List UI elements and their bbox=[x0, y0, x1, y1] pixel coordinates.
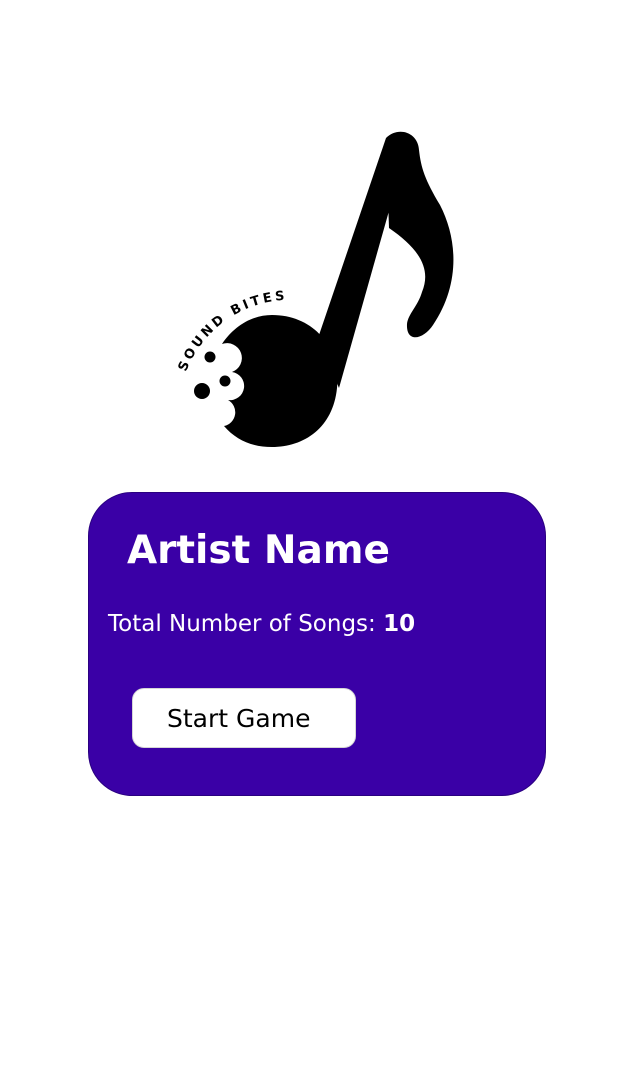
crumb-dot bbox=[204, 351, 216, 363]
note-flag bbox=[386, 131, 454, 338]
crumb-dot bbox=[219, 375, 231, 387]
bitten-music-note-icon bbox=[194, 131, 454, 447]
crumb-dot bbox=[194, 383, 210, 399]
note-head bbox=[222, 315, 338, 447]
artist-screen: SOUND BITES Artist Name Total Number of … bbox=[0, 0, 633, 1080]
song-count-text: Total Number of Songs: 10 bbox=[108, 607, 415, 641]
artist-card: Artist Name Total Number of Songs: 10 St… bbox=[88, 492, 546, 796]
song-count-value: 10 bbox=[383, 611, 416, 637]
sound-bites-logo: SOUND BITES bbox=[176, 131, 454, 447]
song-count-label: Total Number of Songs: bbox=[108, 611, 384, 637]
artist-name: Artist Name bbox=[127, 528, 390, 573]
start-game-button[interactable]: Start Game bbox=[132, 688, 356, 748]
